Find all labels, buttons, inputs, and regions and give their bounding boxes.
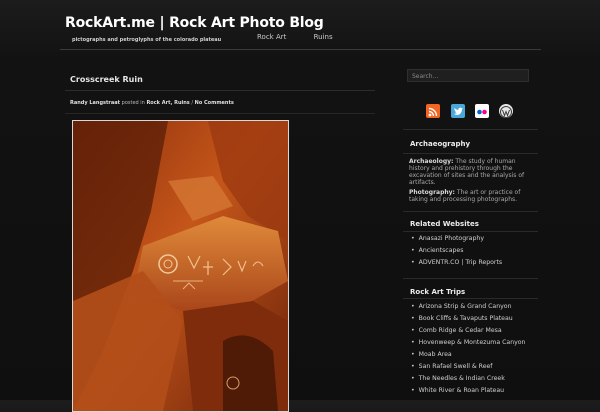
post-comments-link[interactable]: No Comments — [195, 100, 234, 106]
rss-icon[interactable] — [426, 104, 440, 118]
list-item[interactable]: Book Cliffs & Tavaputs Plateau — [411, 313, 525, 325]
list-item[interactable]: Anasazi Photography — [411, 233, 502, 245]
divider — [403, 231, 538, 232]
list-item[interactable]: White River & Roan Plateau — [411, 385, 525, 397]
flickr-icon[interactable] — [475, 104, 489, 118]
rock-art-photo-image — [73, 121, 288, 411]
list-item[interactable]: Hovenweep & Montezuma Canyon — [411, 337, 526, 349]
archaeology-definition: Archaeology: The study of human history … — [409, 158, 534, 186]
list-item[interactable]: Moab Area — [411, 349, 525, 361]
divider — [65, 113, 375, 114]
post-title[interactable]: Crosscreek Ruin — [70, 75, 143, 84]
divider — [403, 278, 538, 279]
main-nav: Rock Art Ruins — [257, 33, 358, 41]
photography-definition: Photography: The art or practice of taki… — [409, 189, 534, 203]
header-divider — [60, 49, 541, 50]
list-item[interactable]: The Needles & Indian Creek — [411, 373, 525, 385]
post-photo[interactable] — [72, 120, 289, 412]
related-websites-list: Anasazi Photography Ancientscapes ADVENT… — [411, 233, 502, 269]
divider — [65, 90, 375, 91]
rock-art-trips-list: Arizona Strip & Grand Canyon Book Cliffs… — [411, 301, 526, 397]
related-websites-heading: Related Websites — [410, 220, 479, 228]
list-item[interactable]: ADVENTR.CO | Trip Reports — [411, 257, 502, 269]
post-meta: Randy Langstraat posted in Rock Art, Rui… — [70, 100, 234, 106]
list-item[interactable]: San Rafael Swell & Reef — [411, 361, 525, 373]
divider — [403, 153, 538, 154]
list-item[interactable]: Arizona Strip & Grand Canyon — [411, 301, 525, 313]
nav-item-ruins[interactable]: Ruins — [314, 33, 333, 41]
site-tagline: pictographs and petroglyphs of the color… — [72, 37, 222, 43]
post-author[interactable]: Randy Langstraat — [70, 100, 120, 106]
twitter-icon[interactable] — [451, 104, 465, 118]
list-item[interactable]: Ancientscapes — [411, 245, 502, 257]
search-input[interactable]: Search... — [407, 69, 529, 82]
meta-separator: / — [191, 100, 194, 106]
divider — [403, 211, 538, 212]
divider — [403, 298, 538, 299]
archaeography-heading: Archaeography — [410, 140, 471, 148]
site-header: RockArt.me | Rock Art Photo Blog pictogr… — [0, 0, 600, 52]
rock-art-trips-heading: Rock Art Trips — [410, 288, 466, 296]
list-item[interactable]: Comb Ridge & Cedar Mesa — [411, 325, 525, 337]
nav-item-rock-art[interactable]: Rock Art — [257, 33, 286, 41]
photography-term: Photography: — [409, 189, 455, 196]
site-title[interactable]: RockArt.me | Rock Art Photo Blog — [65, 15, 324, 31]
posted-in-text: posted in — [121, 100, 145, 106]
post-categories[interactable]: Rock Art, Ruins — [146, 100, 189, 106]
archaeology-term: Archaeology: — [409, 158, 454, 165]
wordpress-icon[interactable] — [499, 104, 513, 118]
divider — [403, 129, 538, 130]
